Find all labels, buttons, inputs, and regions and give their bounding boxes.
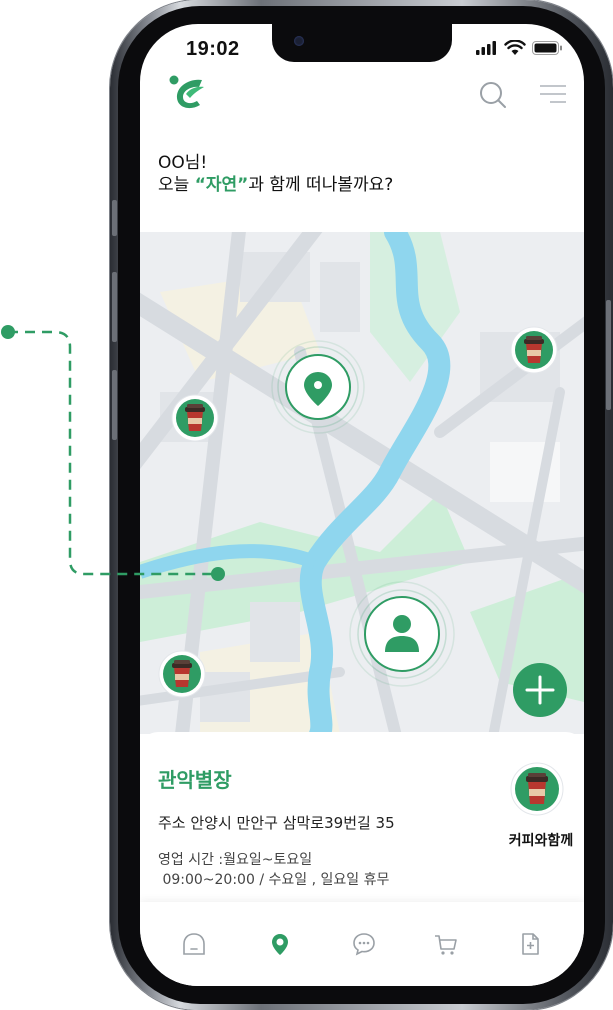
volume-up-button [112, 272, 117, 342]
greeting-prefix: 오늘 [158, 175, 195, 195]
place-card[interactable]: 관악별장 주소 안양시 만안구 삼막로39번길 35 영업 시간 :월요일~토요… [140, 732, 584, 902]
greeting-suffix: 과 함께 떠나볼까요? [248, 175, 394, 195]
coffee-cup-icon [510, 762, 564, 816]
status-time: 19:02 [186, 38, 240, 60]
notch [272, 24, 452, 62]
place-name: 관악별장 [158, 768, 232, 792]
bottom-tab-bar [140, 902, 584, 986]
search-icon[interactable] [478, 80, 510, 110]
power-button [606, 300, 611, 410]
document-icon[interactable] [516, 930, 544, 958]
front-camera [294, 36, 304, 46]
mute-switch [112, 200, 117, 236]
user-location-marker[interactable] [349, 581, 455, 687]
connector-start-dot [1, 325, 15, 339]
status-icons [476, 40, 562, 56]
cart-icon[interactable] [432, 930, 460, 958]
hours-label: 영업 시간 :월요일~토요일 [158, 852, 313, 868]
home-icon[interactable] [180, 930, 208, 958]
category-label: 커피와함께 [508, 833, 574, 849]
wifi-icon [504, 40, 526, 55]
app-logo[interactable] [168, 74, 208, 114]
greeting-accent: “자연” [194, 175, 249, 195]
place-hours: 영업 시간 :월요일~토요일 09:00~20:00 / 수요일 , 일요일 휴… [158, 850, 389, 890]
hours-detail: 09:00~20:00 / 수요일 , 일요일 휴무 [158, 872, 390, 888]
coffee-marker[interactable] [171, 394, 219, 442]
location-pin-icon[interactable] [266, 930, 294, 958]
app-screen: 19:02 OO님! 오늘 “자연”과 함께 떠나볼까요? 관악별장 주소 안양… [140, 24, 584, 986]
greeting-line2: 오늘 “자연”과 함께 떠나볼까요? [158, 174, 393, 196]
greeting: OO님! 오늘 “자연”과 함께 떠나볼까요? [158, 152, 393, 196]
location-pin-marker[interactable] [271, 340, 365, 434]
greeting-line1: OO님! [158, 153, 208, 173]
coffee-marker[interactable] [158, 650, 206, 698]
battery-icon [532, 41, 562, 55]
menu-icon[interactable] [538, 80, 570, 110]
chat-icon[interactable] [350, 930, 378, 958]
place-address: 주소 안양시 만안구 삼막로39번길 35 [158, 814, 395, 832]
signal-icon [476, 41, 496, 55]
coffee-marker[interactable] [510, 326, 558, 374]
add-place-button[interactable] [513, 663, 567, 717]
volume-down-button [112, 370, 117, 440]
map[interactable] [140, 232, 584, 734]
